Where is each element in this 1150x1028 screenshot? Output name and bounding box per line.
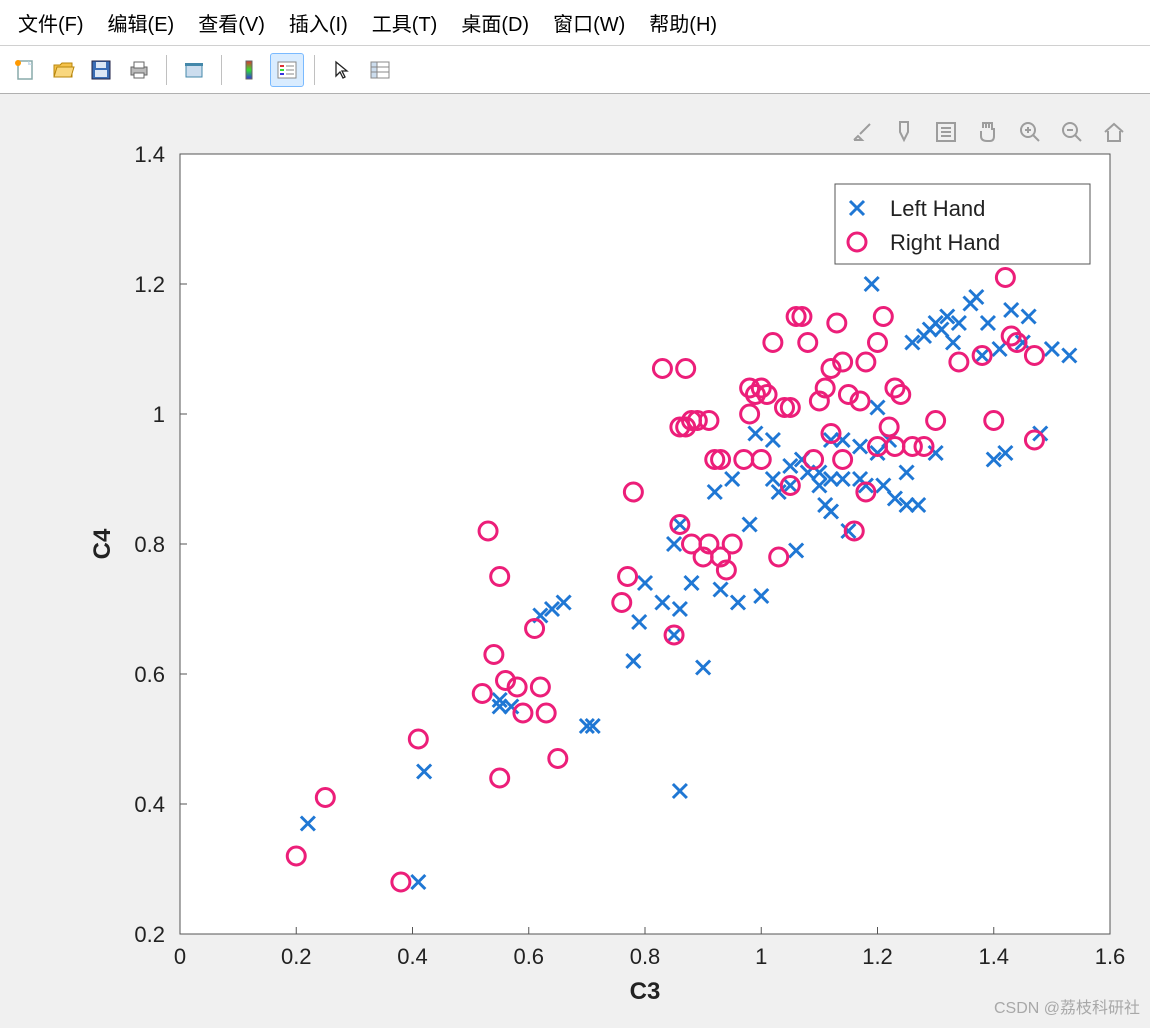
- figure-area: 0 0.2 0.4 0.6 0.8 1 1.2 1.4 1.6 0.2 0.4 0.6 0.8 1 1.2 1…: [0, 94, 1150, 1024]
- x-tick-label: 1: [755, 944, 767, 969]
- x-tick-label: 1.2: [862, 944, 893, 969]
- toolbar-separator: [221, 55, 222, 85]
- x-tick-label: 1.4: [978, 944, 1009, 969]
- y-tick-label: 1: [153, 402, 165, 427]
- x-tick-label: 0.2: [281, 944, 312, 969]
- legend-icon[interactable]: [270, 53, 304, 87]
- x-tick-label: 1.6: [1095, 944, 1126, 969]
- x-axis-label: C3: [630, 978, 661, 1005]
- y-tick-label: 1.4: [134, 142, 165, 167]
- y-tick-label: 0.2: [134, 922, 165, 947]
- menu-tools[interactable]: 工具(T): [362, 4, 448, 41]
- legend-entry: Left Hand: [890, 196, 985, 221]
- colorbar-icon[interactable]: [232, 53, 266, 87]
- y-tick-label: 0.6: [134, 662, 165, 687]
- x-tick-label: 0.8: [630, 944, 661, 969]
- data-tips-icon[interactable]: [363, 53, 397, 87]
- menu-bar: 文件(F) 编辑(E) 查看(V) 插入(I) 工具(T) 桌面(D) 窗口(W…: [0, 0, 1150, 46]
- y-tick-label: 0.4: [134, 792, 165, 817]
- legend-entry: Right Hand: [890, 230, 1000, 255]
- toolbar: [0, 46, 1150, 94]
- watermark: CSDN @荔枝科研社: [994, 994, 1140, 1018]
- print-preview-icon[interactable]: [177, 53, 211, 87]
- menu-view[interactable]: 查看(V): [188, 4, 275, 41]
- y-tick-label: 0.8: [134, 532, 165, 557]
- print-icon[interactable]: [122, 53, 156, 87]
- x-tick-label: 0.6: [513, 944, 544, 969]
- toolbar-separator: [166, 55, 167, 85]
- menu-file[interactable]: 文件(F): [8, 4, 94, 41]
- x-tick-label: 0.4: [397, 944, 428, 969]
- menu-desktop[interactable]: 桌面(D): [451, 4, 539, 41]
- menu-edit[interactable]: 编辑(E): [98, 4, 185, 41]
- menu-insert[interactable]: 插入(I): [279, 4, 358, 41]
- menu-window[interactable]: 窗口(W): [543, 4, 635, 41]
- open-folder-icon[interactable]: [46, 53, 80, 87]
- y-axis-label: C4: [89, 528, 116, 559]
- y-tick-label: 1.2: [134, 272, 165, 297]
- cursor-icon[interactable]: [325, 53, 359, 87]
- new-file-icon[interactable]: [8, 53, 42, 87]
- save-icon[interactable]: [84, 53, 118, 87]
- scatter-plot[interactable]: 0 0.2 0.4 0.6 0.8 1 1.2 1.4 1.6 0.2 0.4 0.6 0.8 1 1.2 1…: [0, 94, 1150, 1024]
- x-tick-label: 0: [174, 944, 186, 969]
- toolbar-separator: [314, 55, 315, 85]
- menu-help[interactable]: 帮助(H): [639, 4, 727, 41]
